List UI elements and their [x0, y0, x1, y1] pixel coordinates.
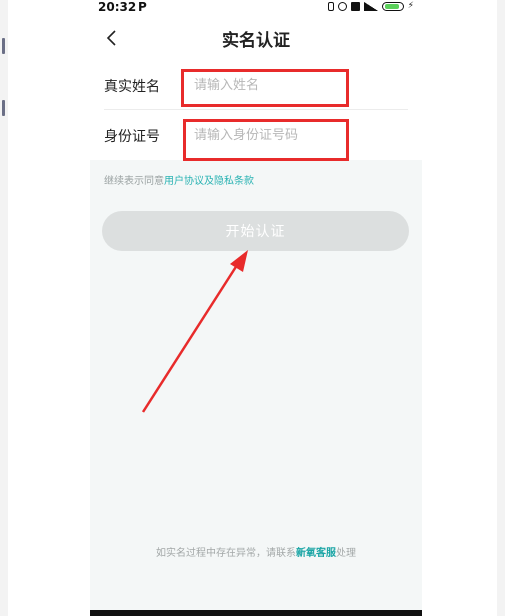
- right-margin-strip: [497, 0, 505, 616]
- name-label: 真实姓名: [104, 79, 160, 95]
- footer-prefix: 如实名过程中存在异常，请联系: [156, 548, 296, 559]
- agreement-text: 继续表示同意用户协议及隐私条款: [104, 172, 254, 187]
- id-number-input[interactable]: [194, 124, 394, 146]
- id-number-label: 身份证号: [104, 129, 160, 145]
- phone-screen: 20:32 P ⚡ 实名认证 真实姓名 身份证号 继续表示同意用户协议及: [90, 0, 422, 616]
- charging-icon: ⚡: [407, 1, 414, 11]
- header: 实名认证: [90, 16, 422, 60]
- margin-marker: [2, 38, 5, 54]
- app-indicator: P: [138, 0, 147, 14]
- status-icons: ⚡: [327, 1, 414, 11]
- customer-service-link[interactable]: 新氧客服: [296, 548, 336, 559]
- start-verification-button[interactable]: 开始认证: [102, 211, 409, 251]
- agreement-link[interactable]: 用户协议及隐私条款: [164, 176, 254, 187]
- nfc-icon: [350, 2, 360, 11]
- name-row: 真实姓名: [90, 60, 422, 110]
- navigation-bar: [90, 610, 422, 616]
- id-number-row: 身份证号: [90, 110, 422, 160]
- status-time: 20:32: [98, 0, 137, 14]
- page-title: 实名认证: [222, 31, 290, 51]
- bluetooth-icon: [327, 2, 334, 11]
- verification-form: 真实姓名 身份证号: [90, 60, 422, 161]
- agreement-prefix: 继续表示同意: [104, 176, 164, 187]
- status-bar: 20:32 P ⚡: [90, 0, 422, 16]
- alarm-icon: [337, 2, 347, 11]
- signal-icon: [363, 2, 378, 11]
- name-input[interactable]: [194, 74, 394, 96]
- footer-note: 如实名过程中存在异常，请联系新氧客服处理: [90, 544, 422, 559]
- footer-suffix: 处理: [336, 548, 356, 559]
- battery-icon: [381, 2, 404, 11]
- margin-marker: [2, 100, 5, 116]
- left-margin-strip: [0, 0, 8, 616]
